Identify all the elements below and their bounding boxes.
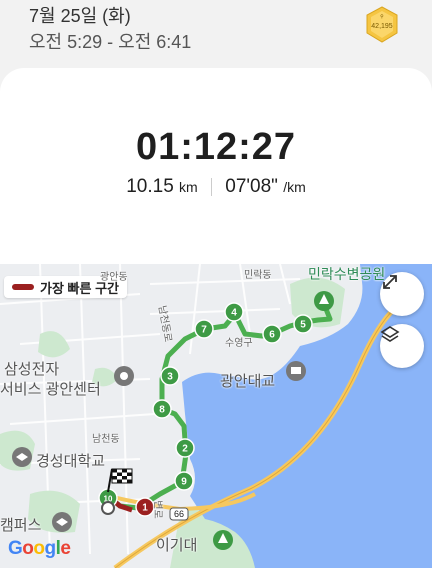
km-marker-label: 4 xyxy=(231,308,237,319)
start-point-icon xyxy=(101,501,115,515)
marathon-medal-icon[interactable]: 42,195 ⚲ xyxy=(364,6,400,46)
medal-text: 42,195 xyxy=(371,23,393,30)
km-marker-label: 5 xyxy=(300,320,306,331)
place-label: 민락동 xyxy=(244,270,272,281)
google-logo: Google xyxy=(8,538,71,559)
summary-card: 01:12:27 10.15 km 07'08" /km xyxy=(0,68,432,268)
km-marker-label: 2 xyxy=(182,444,188,455)
km-marker-label: 3 xyxy=(167,372,173,383)
road-label: 변로 xyxy=(151,500,163,519)
pace-value: 07'08" xyxy=(225,176,278,197)
km-marker-label: 6 xyxy=(269,330,275,341)
pace-unit: /km xyxy=(283,179,306,195)
route-map[interactable]: 66 1 2 3 4 5 6 7 8 9 10 가장 빠른 구간 광안동 민락동… xyxy=(0,264,432,568)
stats-row: 10.15 km 07'08" /km xyxy=(0,176,432,198)
km-marker-label: 7 xyxy=(201,325,207,336)
place-label: 이기대 xyxy=(156,537,198,554)
place-label: 경성대학교 xyxy=(36,453,106,470)
distance-unit: km xyxy=(179,179,198,195)
km-marker-label: 1 xyxy=(142,503,148,514)
activity-header: 7월 25일 (화) 오전 5:29 - 오전 6:41 42,195 ⚲ xyxy=(0,0,432,70)
map-canvas: 66 12345678910 xyxy=(0,264,432,568)
svg-text:66: 66 xyxy=(174,509,184,519)
place-label: 수영구 xyxy=(225,338,253,349)
place-label: 민락수변공원 xyxy=(308,266,386,282)
total-duration: 01:12:27 xyxy=(135,126,297,168)
distance-value: 10.15 xyxy=(126,176,174,197)
stats-divider xyxy=(211,177,212,196)
activity-date: 7월 25일 (화) xyxy=(29,6,131,26)
place-label: 서비스 광안센터 xyxy=(0,381,101,398)
activity-time-range: 오전 5:29 - 오전 6:41 xyxy=(29,32,192,52)
km-marker-label: 9 xyxy=(181,477,187,488)
legend-swatch xyxy=(12,284,34,290)
map-layers-button[interactable] xyxy=(380,324,424,368)
km-marker-label: 8 xyxy=(159,405,165,416)
place-label: 삼성전자 xyxy=(4,361,60,378)
place-label: 광안동 xyxy=(100,272,128,283)
place-label: 남천동 xyxy=(92,434,120,445)
layers-icon xyxy=(380,326,400,342)
svg-text:⚲: ⚲ xyxy=(380,14,384,20)
expand-map-button[interactable] xyxy=(380,272,424,316)
place-label: 광안대교 xyxy=(220,373,276,390)
place-label: 캠퍼스 xyxy=(0,517,42,534)
